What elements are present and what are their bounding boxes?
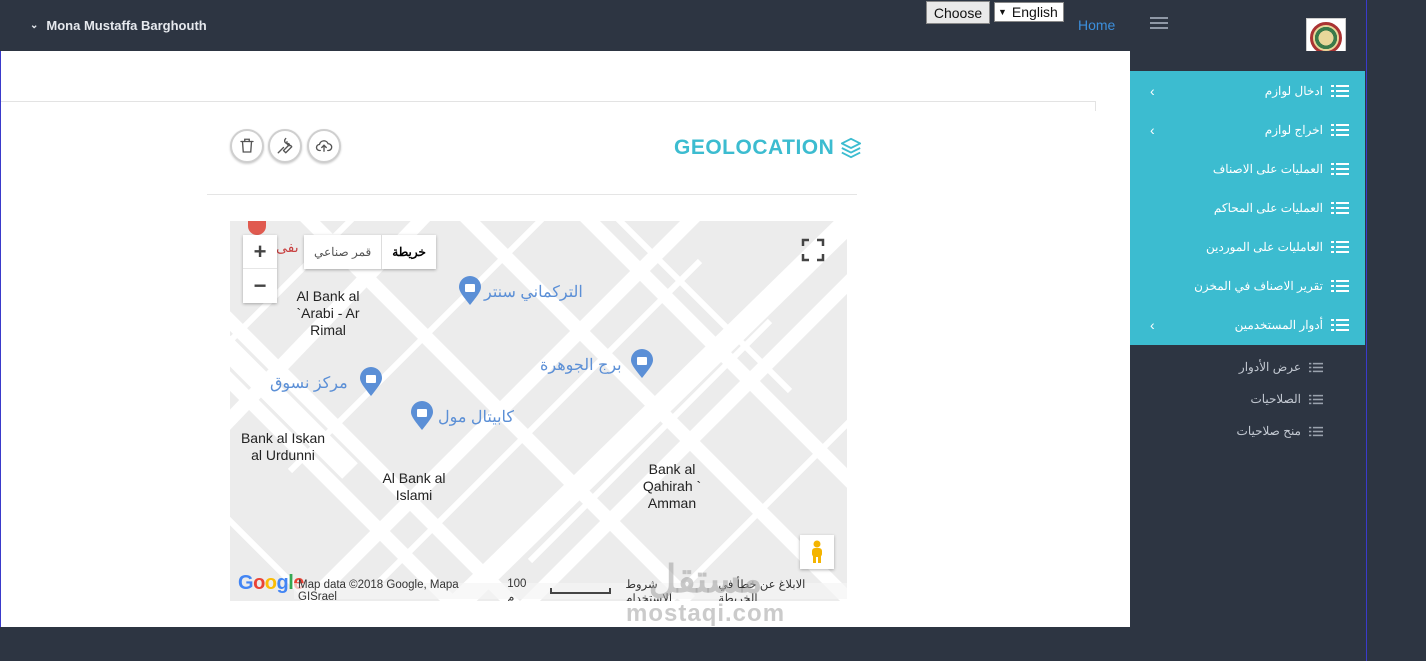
dropdown-arrow-icon: ▼ xyxy=(998,7,1007,17)
list-icon xyxy=(1331,240,1349,253)
poi-label: التركماني سنتر xyxy=(484,284,583,301)
list-icon xyxy=(1309,394,1323,404)
sidebar-item-supplies-output[interactable]: ‹ اخراج لوازم xyxy=(1130,110,1365,149)
language-value: English xyxy=(1011,4,1058,20)
trash-icon xyxy=(240,138,254,153)
poi-label: كابيتال مول xyxy=(438,409,515,426)
panel-title: GEOLOCATION xyxy=(674,136,862,160)
watermark: مستقل mostaqi.com xyxy=(626,560,785,628)
delete-button[interactable] xyxy=(230,129,264,163)
top-bar: ⌄ Mona Mustaffa Barghouth Choose ▼ Engli… xyxy=(0,0,1366,58)
shopping-pin-icon xyxy=(360,367,382,396)
street-view-pegman-icon[interactable] xyxy=(800,535,834,569)
settings-button[interactable] xyxy=(268,129,302,163)
upload-button[interactable] xyxy=(307,129,341,163)
sidebar-subitem-permissions[interactable]: الصلاحيات xyxy=(1130,383,1365,415)
sidebar-item-label: العامليات على الموردين xyxy=(1206,239,1323,254)
map-scale-bar xyxy=(549,588,612,594)
poi-label: Al Bank al `Arabi - Ar Rimal xyxy=(296,288,360,338)
chevron-left-icon: ‹ xyxy=(1150,122,1155,138)
shopping-pin-icon xyxy=(459,276,481,305)
sidebar-item-stock-report[interactable]: تقرير الاصناف في المخزن xyxy=(1130,266,1365,305)
zoom-controls: + − xyxy=(243,235,277,303)
sidebar: ‹ ادخال لوازم ‹ اخراج لوازم العمليات على… xyxy=(1130,51,1366,661)
map-data-attribution: Map data ©2018 Google, Mapa GISrael xyxy=(298,579,459,601)
home-link[interactable]: Home xyxy=(1078,17,1115,33)
sidebar-subitem-grant-permissions[interactable]: منح صلاحيات xyxy=(1130,415,1365,447)
list-icon xyxy=(1331,84,1349,97)
sidebar-subitem-label: عرض الأدوار xyxy=(1238,360,1301,374)
sidebar-item-supplies-input[interactable]: ‹ ادخال لوازم xyxy=(1130,71,1365,110)
list-icon xyxy=(1331,201,1349,214)
sidebar-item-label: العمليات على الاصناف xyxy=(1212,161,1323,176)
chevron-left-icon: ‹ xyxy=(1150,317,1155,333)
user-menu[interactable]: ⌄ Mona Mustaffa Barghouth xyxy=(30,18,207,33)
map[interactable]: ىفى + − قمر صناعي خريطة التركماني سنتر ب… xyxy=(230,221,847,601)
sidebar-item-label: تقرير الاصناف في المخزن xyxy=(1194,278,1323,293)
sidebar-item-user-roles[interactable]: ‹ أدوار المستخدمين xyxy=(1130,305,1365,344)
sidebar-item-label: العمليات على المحاكم xyxy=(1213,200,1323,215)
zoom-in-button[interactable]: + xyxy=(243,235,277,269)
sidebar-item-label: اخراج لوازم xyxy=(1264,122,1323,137)
panel-divider xyxy=(207,194,857,195)
divider xyxy=(1,101,1096,111)
map-roads xyxy=(230,221,847,601)
wrench-icon xyxy=(277,137,293,154)
map-type-control: قمر صناعي خريطة xyxy=(304,235,436,269)
map-type-satellite[interactable]: قمر صناعي xyxy=(304,235,381,269)
shopping-pin-icon xyxy=(631,349,653,378)
language-select[interactable]: ▼ English xyxy=(994,2,1064,22)
sidebar-submenu: عرض الأدوار الصلاحيات منح صلاحيات xyxy=(1130,351,1365,447)
sidebar-item-item-operations[interactable]: العمليات على الاصناف xyxy=(1130,149,1365,188)
partial-place-label: ىفى xyxy=(276,239,299,255)
poi-label: Bank al Iskan al Urdunni xyxy=(240,430,326,463)
watermark-arabic: مستقل xyxy=(648,559,763,601)
sidebar-item-court-operations[interactable]: العمليات على المحاكم xyxy=(1130,188,1365,227)
list-icon xyxy=(1331,279,1349,292)
cloud-upload-icon xyxy=(315,140,333,152)
watermark-latin: mostaqi.com xyxy=(626,600,786,627)
right-strip xyxy=(1366,0,1426,661)
poi-label: برج الجوهرة xyxy=(540,357,622,374)
map-scale-label: 100 م xyxy=(507,578,527,601)
sidebar-subitem-label: منح صلاحيات xyxy=(1236,424,1301,438)
fullscreen-icon[interactable] xyxy=(800,237,826,263)
hamburger-menu-icon[interactable] xyxy=(1150,17,1168,31)
sidebar-subitem-label: الصلاحيات xyxy=(1250,392,1301,406)
sidebar-item-label: أدوار المستخدمين xyxy=(1234,317,1323,332)
poi-label: مركز نسوق xyxy=(270,375,348,392)
sidebar-item-label: ادخال لوازم xyxy=(1264,83,1323,98)
panel-title-text: GEOLOCATION xyxy=(674,136,835,159)
chevron-left-icon: ‹ xyxy=(1150,83,1155,99)
poi-label: Al Bank al Islami xyxy=(382,470,446,503)
map-type-map[interactable]: خريطة xyxy=(381,235,436,269)
chevron-down-icon: ⌄ xyxy=(30,20,39,31)
main-content: GEOLOCATION ىفى + − قمر صناعي خريطة التر… xyxy=(0,51,1130,627)
list-icon xyxy=(1331,162,1349,175)
list-icon xyxy=(1331,123,1349,136)
seal-icon xyxy=(1310,22,1342,54)
sidebar-item-supplier-operations[interactable]: العامليات على الموردين xyxy=(1130,227,1365,266)
list-icon xyxy=(1331,318,1349,331)
choose-file-button[interactable]: Choose xyxy=(926,1,990,24)
sidebar-menu: ‹ ادخال لوازم ‹ اخراج لوازم العمليات على… xyxy=(1130,71,1365,345)
shopping-pin-icon xyxy=(411,401,433,430)
list-icon xyxy=(1309,426,1323,436)
layers-icon xyxy=(841,137,862,159)
poi-label: Bank al Qahirah ` Amman xyxy=(642,461,702,511)
sidebar-subitem-view-roles[interactable]: عرض الأدوار xyxy=(1130,351,1365,383)
user-name: Mona Mustaffa Barghouth xyxy=(46,18,207,33)
zoom-out-button[interactable]: − xyxy=(243,269,277,303)
list-icon xyxy=(1309,362,1323,372)
